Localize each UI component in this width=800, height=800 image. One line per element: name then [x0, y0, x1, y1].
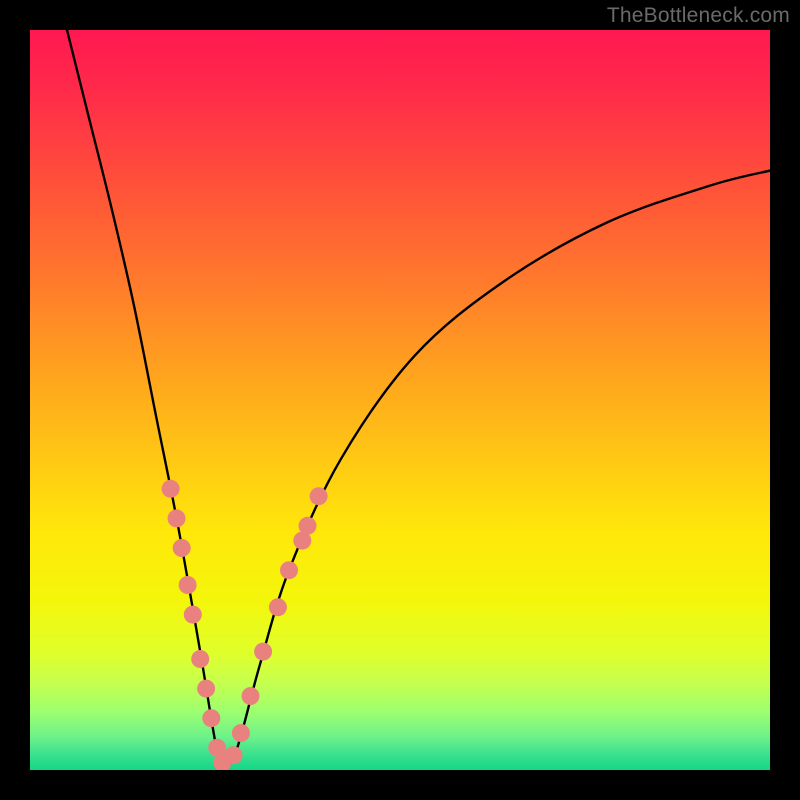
data-marker [269, 598, 287, 616]
chart-frame: TheBottleneck.com [0, 0, 800, 800]
watermark-text: TheBottleneck.com [607, 4, 790, 28]
data-marker [310, 487, 328, 505]
data-marker [162, 480, 180, 498]
data-marker [197, 680, 215, 698]
bottleneck-curve [67, 30, 770, 770]
data-marker [168, 509, 186, 527]
data-marker [299, 517, 317, 535]
plot-area [30, 30, 770, 770]
data-marker [280, 561, 298, 579]
data-marker [254, 643, 272, 661]
data-marker [184, 606, 202, 624]
data-marker [173, 539, 191, 557]
data-marker [191, 650, 209, 668]
data-marker [202, 709, 220, 727]
data-marker [225, 746, 243, 764]
data-marker [242, 687, 260, 705]
data-markers [162, 480, 328, 770]
data-marker [232, 724, 250, 742]
curve-layer [30, 30, 770, 770]
data-marker [179, 576, 197, 594]
